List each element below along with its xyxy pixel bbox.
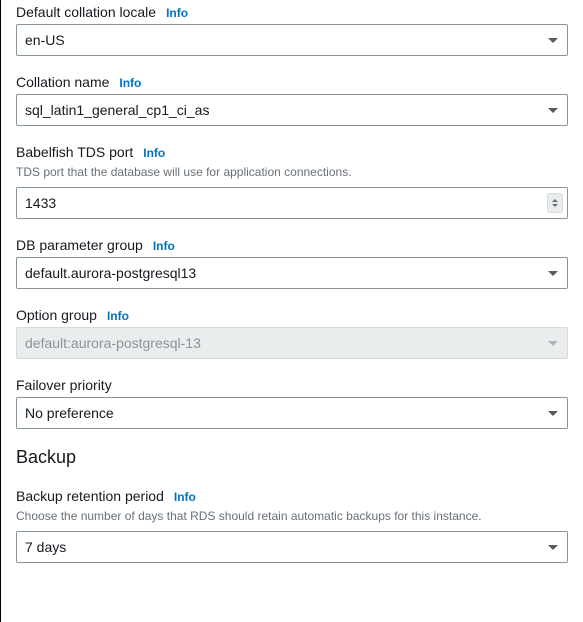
- field-db-param-group: DB parameter group Info default.aurora-p…: [16, 237, 568, 289]
- label-row: Backup retention period Info: [16, 488, 568, 504]
- select-value: default.aurora-postgresql13: [16, 257, 568, 289]
- select-value: sql_latin1_general_cp1_ci_as: [16, 94, 568, 126]
- info-link[interactable]: Info: [119, 76, 141, 90]
- input-tds-port[interactable]: [16, 187, 568, 219]
- select-db-param-group[interactable]: default.aurora-postgresql13: [16, 257, 568, 289]
- field-option-group: Option group Info default:aurora-postgre…: [16, 307, 568, 359]
- label-row: Babelfish TDS port Info: [16, 144, 568, 160]
- select-value: en-US: [16, 24, 568, 56]
- label-row: Option group Info: [16, 307, 568, 323]
- select-value: 7 days: [16, 531, 568, 563]
- info-link[interactable]: Info: [174, 490, 196, 504]
- field-collation-name: Collation name Info sql_latin1_general_c…: [16, 74, 568, 126]
- field-label: DB parameter group: [16, 237, 143, 253]
- select-collation-name[interactable]: sql_latin1_general_cp1_ci_as: [16, 94, 568, 126]
- select-value: default:aurora-postgresql-13: [16, 327, 568, 359]
- select-collation-locale[interactable]: en-US: [16, 24, 568, 56]
- helper-text: Choose the number of days that RDS shoul…: [16, 508, 568, 525]
- label-row: Failover priority: [16, 377, 568, 393]
- label-row: Default collation locale Info: [16, 4, 568, 20]
- field-backup-retention: Backup retention period Info Choose the …: [16, 488, 568, 563]
- helper-text: TDS port that the database will use for …: [16, 164, 568, 181]
- label-row: Collation name Info: [16, 74, 568, 90]
- field-label: Babelfish TDS port: [16, 144, 133, 160]
- field-label: Failover priority: [16, 377, 112, 393]
- number-spinner-icon[interactable]: [547, 193, 563, 213]
- field-label: Default collation locale: [16, 4, 156, 20]
- field-tds-port: Babelfish TDS port Info TDS port that th…: [16, 144, 568, 219]
- info-link[interactable]: Info: [143, 146, 165, 160]
- field-label: Option group: [16, 307, 97, 323]
- field-label: Collation name: [16, 74, 109, 90]
- select-option-group: default:aurora-postgresql-13: [16, 327, 568, 359]
- info-link[interactable]: Info: [153, 239, 175, 253]
- select-value: No preference: [16, 397, 568, 429]
- field-label: Backup retention period: [16, 488, 164, 504]
- input-tds-port-wrap: [16, 187, 568, 219]
- field-failover-priority: Failover priority No preference: [16, 377, 568, 429]
- info-link[interactable]: Info: [107, 309, 129, 323]
- info-link[interactable]: Info: [166, 6, 188, 20]
- select-backup-retention[interactable]: 7 days: [16, 531, 568, 563]
- label-row: DB parameter group Info: [16, 237, 568, 253]
- select-failover-priority[interactable]: No preference: [16, 397, 568, 429]
- section-heading-backup: Backup: [16, 447, 568, 468]
- field-collation-locale: Default collation locale Info en-US: [16, 4, 568, 56]
